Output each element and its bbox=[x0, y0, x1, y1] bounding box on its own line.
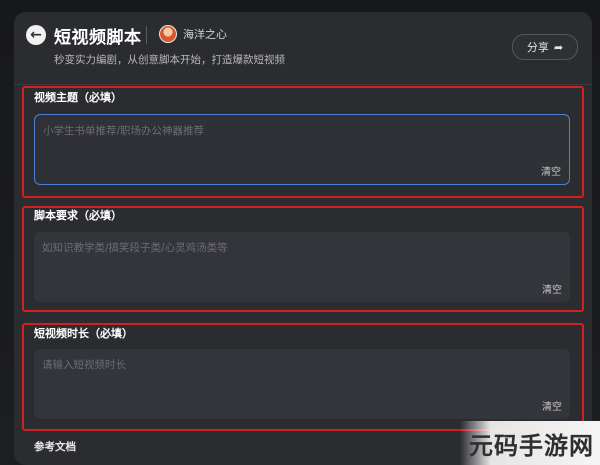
page: ← 短视频脚本 海洋之心 秒变实力编剧，从创意脚本开始，打造爆款短视频 分享 ➦… bbox=[0, 0, 600, 465]
video-topic-input[interactable]: 小学生书单推荐/职场办公神器推荐 清空 bbox=[34, 114, 570, 185]
author-name: 海洋之心 bbox=[183, 28, 227, 41]
section-label: 视频主题（必填） bbox=[34, 91, 122, 104]
section-video-topic: 视频主题（必填） 小学生书单推荐/职场办公神器推荐 清空 bbox=[22, 86, 584, 198]
section-label: 脚本要求（必填） bbox=[34, 209, 122, 222]
page-title: 短视频脚本 bbox=[54, 28, 142, 48]
clear-button[interactable]: 清空 bbox=[542, 281, 562, 296]
script-card: ← 短视频脚本 海洋之心 秒变实力编剧，从创意脚本开始，打造爆款短视频 分享 ➦… bbox=[14, 12, 592, 465]
field-placeholder: 请输入短视频时长 bbox=[42, 359, 126, 371]
back-arrow-icon[interactable]: ← bbox=[26, 25, 46, 45]
video-duration-input[interactable]: 请输入短视频时长 清空 bbox=[34, 349, 570, 419]
script-requirements-input[interactable]: 如知识教学类/搞笑段子类/心灵鸡汤类等 清空 bbox=[34, 232, 570, 302]
watermark: 元码手游网 bbox=[460, 421, 600, 465]
share-arrow-icon: ➦ bbox=[553, 40, 564, 54]
share-label: 分享 bbox=[526, 41, 549, 54]
section-label: 短视频时长（必填） bbox=[34, 327, 133, 340]
field-placeholder: 如知识教学类/搞笑段子类/心灵鸡汤类等 bbox=[42, 242, 228, 254]
clear-button[interactable]: 清空 bbox=[541, 163, 561, 178]
section-script-requirements: 脚本要求（必填） 如知识教学类/搞笑段子类/心灵鸡汤类等 清空 bbox=[22, 206, 584, 312]
field-placeholder: 小学生书单推荐/职场办公神器推荐 bbox=[43, 125, 205, 137]
author-info[interactable]: 海洋之心 bbox=[159, 25, 227, 43]
reference-docs-label[interactable]: 参考文档 bbox=[34, 439, 76, 454]
avatar bbox=[159, 25, 177, 43]
header: ← 短视频脚本 海洋之心 秒变实力编剧，从创意脚本开始，打造爆款短视频 分享 ➦ bbox=[14, 12, 592, 85]
page-subtitle: 秒变实力编剧，从创意脚本开始，打造爆款短视频 bbox=[54, 54, 285, 66]
clear-button[interactable]: 清空 bbox=[542, 398, 562, 413]
header-divider bbox=[146, 26, 147, 44]
share-button[interactable]: 分享 ➦ bbox=[512, 34, 578, 60]
section-video-duration: 短视频时长（必填） 请输入短视频时长 清空 bbox=[22, 323, 584, 431]
watermark-text: 元码手游网 bbox=[469, 431, 594, 460]
